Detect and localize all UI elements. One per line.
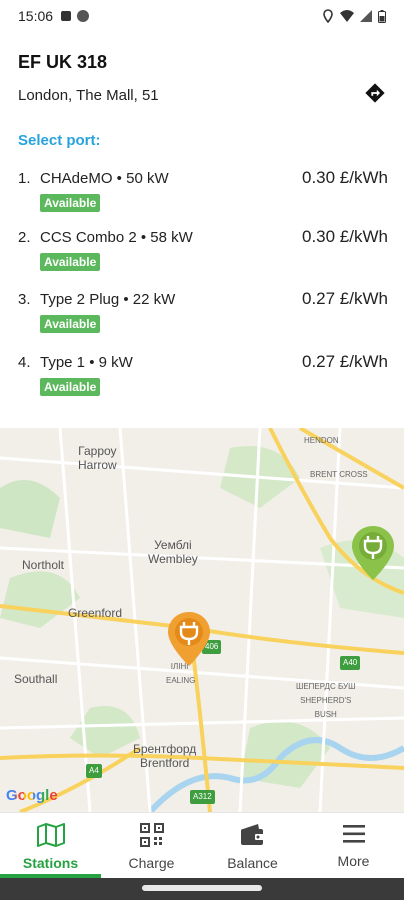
location-icon: [323, 9, 333, 23]
road-badge-a40: A40: [340, 656, 361, 670]
map-label-greenford: Greenford: [68, 606, 123, 620]
port-name: CCS Combo 2 • 58 kW: [40, 229, 193, 246]
port-name: Type 1 • 9 kW: [40, 354, 133, 371]
map-label-shepherds-bush: ШЕПЕРДС БУШ SHEPHERD'S BUSH: [296, 682, 356, 719]
port-name: Type 2 Plug • 22 kW: [40, 291, 176, 308]
wallet-icon: [240, 824, 265, 845]
port-price: 0.30 £/kWh: [302, 168, 388, 187]
port-number: 2.: [18, 229, 31, 246]
port-name: CHAdeMO • 50 kW: [40, 170, 169, 187]
nav-balance[interactable]: Balance: [202, 813, 303, 878]
map-icon: [36, 823, 65, 847]
status-badge: Available: [40, 378, 101, 396]
nav-charge[interactable]: Charge: [101, 813, 202, 878]
port-item-4[interactable]: 4. Type 1 • 9 kW 0.27 £/kWh Available: [18, 352, 388, 404]
map-label-brent-cross: BRENT CROSS: [310, 470, 368, 479]
station-title: EF UK 318: [18, 52, 108, 72]
port-number: 4.: [18, 354, 31, 371]
notification-dot-icon: [77, 10, 90, 22]
nav-stations[interactable]: Stations: [0, 813, 101, 878]
map-label-hendon: HENDON: [304, 436, 339, 445]
select-port-label: Select port:: [18, 132, 101, 149]
port-price: 0.27 £/kWh: [302, 289, 388, 308]
status-bar: 15:06: [0, 0, 404, 32]
qr-code-icon: [139, 823, 164, 847]
port-item-2[interactable]: 2. CCS Combo 2 • 58 kW 0.30 £/kWh Availa…: [18, 227, 388, 279]
status-badge: Available: [40, 253, 101, 271]
port-number: 1.: [18, 170, 31, 187]
home-gesture-handle[interactable]: [142, 885, 262, 891]
map-label-northolt: Northolt: [22, 558, 65, 572]
battery-icon: [378, 9, 386, 23]
map-label-southall: Southall: [14, 672, 58, 686]
nav-charge-label: Charge: [128, 855, 175, 871]
road-badge-a4: A4: [86, 764, 102, 778]
port-price: 0.30 £/kWh: [302, 227, 388, 246]
map-label-harrow: Гарроу Harrow: [78, 444, 117, 472]
station-pin-icon[interactable]: [350, 524, 396, 582]
bottom-navigation: Stations Charge Balance More: [0, 812, 404, 878]
nav-more-label: More: [337, 853, 370, 869]
status-badge: Available: [40, 315, 101, 333]
signal-icon: [360, 10, 372, 22]
nav-stations-label: Stations: [22, 855, 79, 871]
nav-more[interactable]: More: [303, 813, 404, 878]
directions-icon[interactable]: [364, 82, 386, 104]
port-item-1[interactable]: 1. CHAdeMO • 50 kW 0.30 £/kWh Available: [18, 168, 388, 220]
selected-station-pin-icon[interactable]: [166, 610, 212, 668]
google-logo: Google: [6, 787, 58, 804]
status-badge: Available: [40, 194, 101, 212]
map-label-brentford: Брентфорд Brentford: [133, 742, 197, 770]
road-badge-a312: A312: [190, 790, 215, 804]
port-item-3[interactable]: 3. Type 2 Plug • 22 kW 0.27 £/kWh Availa…: [18, 289, 388, 341]
system-gesture-bar: [0, 878, 404, 900]
nav-balance-label: Balance: [227, 855, 278, 871]
notification-icon: [61, 11, 72, 21]
port-number: 3.: [18, 291, 31, 308]
status-time: 15:06: [18, 8, 54, 24]
map-view[interactable]: Гарроу Harrow Уемблі Wembley Northolt Gr…: [0, 428, 404, 812]
menu-icon: [342, 825, 365, 843]
station-address: London, The Mall, 51: [18, 87, 159, 104]
port-price: 0.27 £/kWh: [302, 352, 388, 371]
wifi-icon: [340, 10, 354, 22]
map-label-wembley: Уемблі Wembley: [148, 538, 198, 566]
